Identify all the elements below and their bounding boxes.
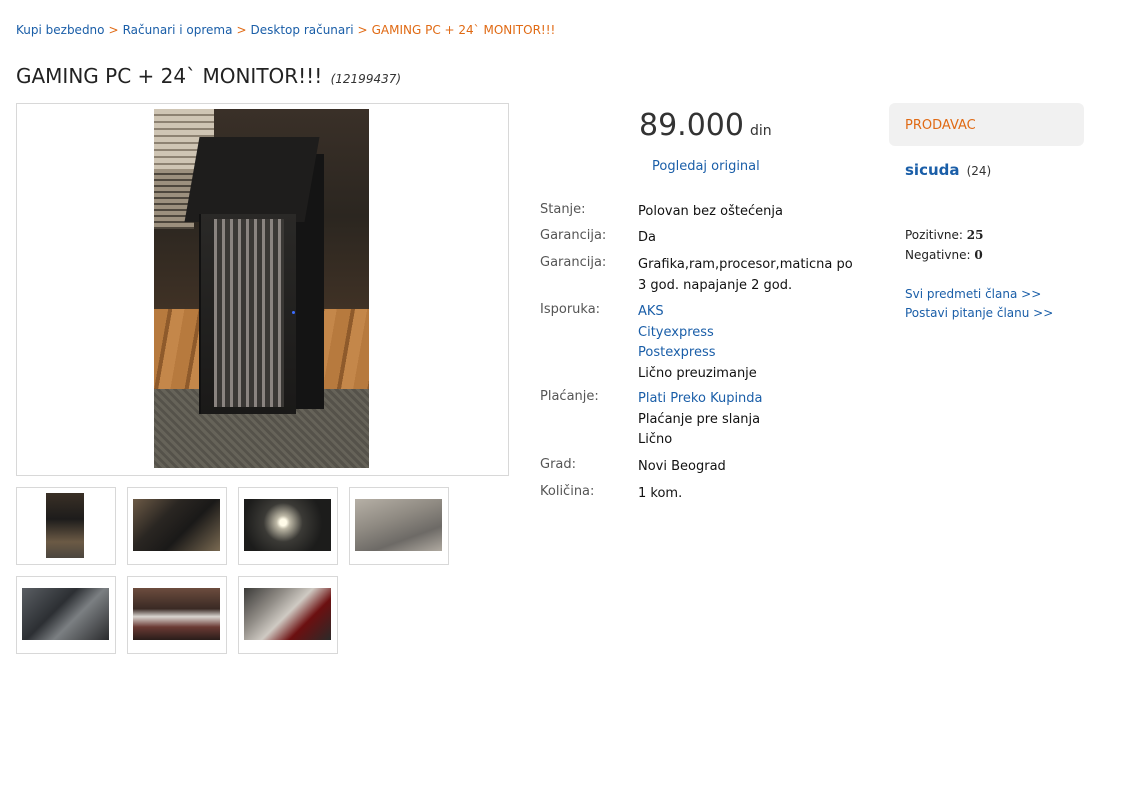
seller-links: Svi predmeti člana >> Postavi pitanje čl… xyxy=(905,285,1053,323)
detail-value: Grafika,ram,procesor,maticna po 3 god. n… xyxy=(638,255,863,296)
photo-pc-grille xyxy=(214,219,284,407)
delivery-link-cityexpress[interactable]: Cityexpress xyxy=(638,323,863,344)
negative-ratings: Negativne: 0 xyxy=(905,245,984,265)
seller-ratings: Pozitivne: 25 Negativne: 0 xyxy=(905,225,984,265)
thumbnail-image xyxy=(355,499,442,551)
thumbnail-image xyxy=(46,493,84,558)
negative-label: Negativne: xyxy=(905,248,971,262)
payment-line: Lično xyxy=(638,432,673,447)
delivery-pickup: Lično preuzimanje xyxy=(638,365,757,381)
thumbnail-5[interactable] xyxy=(16,576,116,654)
photo-pc-led xyxy=(292,311,295,314)
breadcrumb-item-desktop[interactable]: Desktop računari xyxy=(251,23,354,37)
detail-value: Plati Preko Kupinda Plaćanje pre slanja … xyxy=(638,389,863,451)
thumbnail-2[interactable] xyxy=(127,487,227,565)
breadcrumb: Kupi bezbedno > Računari i oprema > Desktop … xyxy=(16,23,555,37)
breadcrumb-item-kupi-bezbedno[interactable]: Kupi bezbedno xyxy=(16,23,105,37)
main-product-photo[interactable] xyxy=(154,109,369,468)
positive-label: Pozitivne: xyxy=(905,228,963,242)
breadcrumb-current: GAMING PC + 24` MONITOR!!! xyxy=(371,23,556,37)
detail-value: Polovan bez oštećenja xyxy=(638,204,783,219)
detail-label: Garancija: xyxy=(540,228,607,243)
seller-rating-count: (24) xyxy=(966,164,992,178)
breadcrumb-separator: > xyxy=(108,23,119,37)
detail-line: Grafika,ram,procesor,maticna po xyxy=(638,257,853,272)
breadcrumb-separator: > xyxy=(236,23,247,37)
ask-member-question-link[interactable]: Postavi pitanje članu >> xyxy=(905,304,1053,323)
price: 89.000 din xyxy=(639,108,772,143)
detail-value: 1 kom. xyxy=(638,486,683,501)
main-image-frame[interactable] xyxy=(16,103,509,476)
breadcrumb-item-racunari[interactable]: Računari i oprema xyxy=(123,23,233,37)
price-currency: din xyxy=(749,123,772,139)
payment-line: Plaćanje pre slanja xyxy=(638,411,761,427)
seller-info: sicuda (24) xyxy=(905,160,991,179)
detail-line: 3 god. napajanje 2 god. xyxy=(638,277,793,293)
detail-label: Garancija: xyxy=(540,255,607,270)
detail-value: Da xyxy=(638,230,656,245)
thumbnail-4[interactable] xyxy=(349,487,449,565)
thumbnail-1[interactable] xyxy=(16,487,116,565)
listing-id: (12199437) xyxy=(330,72,402,86)
positive-ratings: Pozitivne: 25 xyxy=(905,225,984,245)
seller-header: PRODAVAC xyxy=(889,103,1084,146)
detail-label: Isporuka: xyxy=(540,302,601,317)
thumbnail-image xyxy=(133,588,220,640)
photo-pc-top xyxy=(184,137,320,222)
positive-value: 25 xyxy=(966,228,984,242)
view-original-link[interactable]: Pogledaj original xyxy=(652,159,760,174)
seller-header-label: PRODAVAC xyxy=(905,118,976,133)
thumbnail-image xyxy=(133,499,220,551)
detail-value: AKS Cityexpress Postexpress Lično preuzi… xyxy=(638,302,863,384)
page-title: GAMING PC + 24` MONITOR!!! (12199437) xyxy=(16,64,401,88)
seller-name-link[interactable]: sicuda xyxy=(905,161,960,179)
thumbnail-image xyxy=(244,588,331,640)
detail-label: Količina: xyxy=(540,484,595,499)
detail-label: Grad: xyxy=(540,457,577,472)
payment-link-kupindo[interactable]: Plati Preko Kupinda xyxy=(638,389,863,410)
delivery-link-postexpress[interactable]: Postexpress xyxy=(638,343,863,364)
thumbnail-image xyxy=(244,499,331,551)
negative-value: 0 xyxy=(974,248,983,262)
thumbnail-6[interactable] xyxy=(127,576,227,654)
detail-label: Plaćanje: xyxy=(540,389,599,404)
price-amount: 89.000 xyxy=(639,108,744,143)
listing-title: GAMING PC + 24` MONITOR!!! xyxy=(16,64,323,88)
detail-label: Stanje: xyxy=(540,202,586,217)
thumbnail-3[interactable] xyxy=(238,487,338,565)
thumbnail-7[interactable] xyxy=(238,576,338,654)
delivery-link-aks[interactable]: AKS xyxy=(638,302,863,323)
all-member-items-link[interactable]: Svi predmeti člana >> xyxy=(905,285,1053,304)
thumbnail-image xyxy=(22,588,109,640)
detail-value: Novi Beograd xyxy=(638,459,726,474)
breadcrumb-separator: > xyxy=(357,23,368,37)
